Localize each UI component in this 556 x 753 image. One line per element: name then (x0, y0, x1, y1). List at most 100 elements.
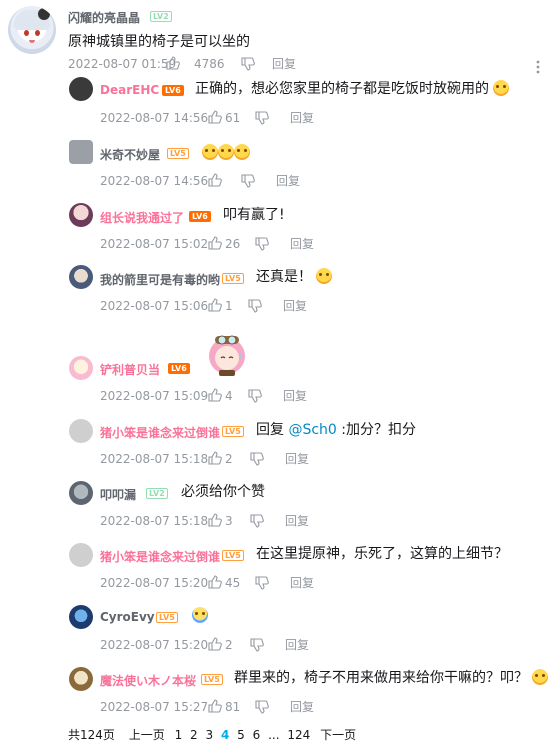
reply-username[interactable]: 我的箭里可是有毒的哟 (100, 271, 220, 288)
reply-likes: 2 (225, 452, 233, 466)
like-icon[interactable] (208, 298, 222, 312)
reply-button[interactable]: 回复 (290, 237, 314, 251)
reply-username[interactable]: CyroEvy (100, 610, 155, 624)
dislike-icon[interactable] (241, 57, 255, 71)
reply-username[interactable]: 铲利普贝当 (100, 361, 160, 378)
dislike-icon[interactable] (241, 174, 255, 188)
reply-time: 2022-08-07 15:20 (100, 638, 209, 652)
reply-username[interactable]: 魔法使い木ノ本桜 (100, 672, 196, 689)
reply-button[interactable]: 回复 (285, 452, 309, 466)
pagination-page-6[interactable]: 6 (253, 728, 261, 742)
like-icon[interactable] (208, 236, 222, 250)
laughing-emoji-icon (202, 144, 218, 160)
reply-content: 正确的，想必您家里的椅子都是吃饭时放碗用的 (195, 80, 510, 98)
reply-likes: 26 (225, 237, 241, 251)
dislike-icon[interactable] (250, 452, 264, 466)
like-icon[interactable] (208, 173, 222, 187)
reply-time: 2022-08-07 15:20 (100, 576, 209, 590)
mention-link[interactable]: @Sch0 (288, 422, 336, 438)
reply-avatar[interactable] (69, 140, 93, 164)
reply-level-badge: LV5 (167, 148, 189, 159)
pagination-ellipsis: ... (268, 728, 280, 742)
reply-username[interactable]: 组长说我通过了 (100, 209, 184, 226)
reply-level-badge: LV5 (222, 273, 244, 284)
reply-avatar[interactable] (69, 481, 93, 505)
reply-button[interactable]: 回复 (290, 700, 314, 714)
pagination-page-5[interactable]: 5 (237, 728, 245, 742)
dislike-icon[interactable] (250, 514, 264, 528)
reply-username[interactable]: DearEHC (100, 83, 159, 97)
laughing-emoji-icon (234, 144, 250, 160)
main-reply-button[interactable]: 回复 (272, 57, 296, 71)
reply-username[interactable]: 米奇不妙屋 (100, 146, 160, 163)
reply-button[interactable]: 回复 (290, 111, 314, 125)
reply-likes: 3 (225, 514, 233, 528)
laughing-emoji-icon (218, 144, 234, 160)
reply-button[interactable]: 回复 (276, 174, 300, 188)
reply-content: 回复 @Sch0 :加分？扣分 (256, 422, 416, 438)
reply-avatar[interactable] (69, 265, 93, 289)
reply-level-badge: LV6 (189, 211, 211, 222)
reply-likes: 4 (225, 389, 233, 403)
more-options-icon[interactable] (536, 60, 540, 74)
reply-button[interactable]: 回复 (283, 389, 307, 403)
main-likes: 4786 (194, 57, 225, 71)
dislike-icon[interactable] (255, 237, 269, 251)
dislike-icon[interactable] (255, 111, 269, 125)
like-icon[interactable] (208, 575, 222, 589)
reply-button[interactable]: 回复 (285, 638, 309, 652)
reply-avatar[interactable] (69, 543, 93, 567)
reply-content: 还真是！ (256, 268, 333, 286)
pagination-next[interactable]: 下一页 (320, 728, 356, 742)
reply-time: 2022-08-07 15:06 (100, 299, 209, 313)
reply-level-badge: LV5 (222, 426, 244, 437)
reply-level-badge: LV5 (222, 550, 244, 561)
reply-avatar[interactable] (69, 667, 93, 691)
reply-time: 2022-08-07 14:56 (100, 111, 209, 125)
reply-content: 叩有赢了! (223, 207, 285, 223)
reply-username[interactable]: 猪小笨是谁念来过倒谁 (100, 424, 220, 441)
laughing-emoji-icon (532, 669, 549, 685)
main-username[interactable]: 闪耀的亮晶晶 (68, 9, 140, 26)
like-icon[interactable] (208, 699, 222, 713)
reply-button[interactable]: 回复 (290, 576, 314, 590)
like-icon[interactable] (208, 451, 222, 465)
pagination-page-1[interactable]: 1 (175, 728, 183, 742)
pagination-last[interactable]: 124 (287, 728, 310, 742)
reply-username[interactable]: 猪小笨是谁念来过倒谁 (100, 548, 220, 565)
dislike-icon[interactable] (248, 299, 262, 313)
reply-button[interactable]: 回复 (285, 514, 309, 528)
pagination-page-current[interactable]: 4 (221, 728, 229, 742)
dislike-icon[interactable] (248, 389, 262, 403)
reply-avatar[interactable] (69, 605, 93, 629)
pagination-total: 共124页 (68, 728, 115, 742)
reply-level-badge: LV5 (201, 674, 223, 685)
reply-time: 2022-08-07 15:27 (100, 700, 209, 714)
main-time: 2022-08-07 01:59 (68, 57, 177, 71)
reply-avatar[interactable] (69, 203, 93, 227)
like-icon[interactable] (208, 637, 222, 651)
reply-level-badge: LV6 (168, 363, 190, 374)
reply-username[interactable]: 叩叩漏 (100, 486, 136, 503)
reply-avatar[interactable] (69, 77, 93, 101)
dislike-icon[interactable] (250, 638, 264, 652)
scared-emoji-icon (192, 607, 208, 623)
pagination-page-3[interactable]: 3 (206, 728, 214, 742)
main-avatar[interactable] (8, 6, 56, 54)
like-icon[interactable] (208, 388, 222, 402)
anime-sticker-icon (209, 335, 245, 376)
reply-likes: 61 (225, 111, 241, 125)
dislike-icon[interactable] (255, 700, 269, 714)
reply-time: 2022-08-07 14:56 (100, 174, 209, 188)
dislike-icon[interactable] (255, 576, 269, 590)
pagination-page-2[interactable]: 2 (190, 728, 198, 742)
main-level-badge: LV2 (150, 11, 172, 22)
reply-avatar[interactable] (69, 419, 93, 443)
pagination-prev[interactable]: 上一页 (129, 728, 165, 742)
like-icon[interactable] (166, 56, 180, 70)
reply-likes: 2 (225, 638, 233, 652)
like-icon[interactable] (208, 110, 222, 124)
like-icon[interactable] (208, 513, 222, 527)
reply-avatar[interactable] (69, 356, 93, 380)
reply-button[interactable]: 回复 (283, 299, 307, 313)
